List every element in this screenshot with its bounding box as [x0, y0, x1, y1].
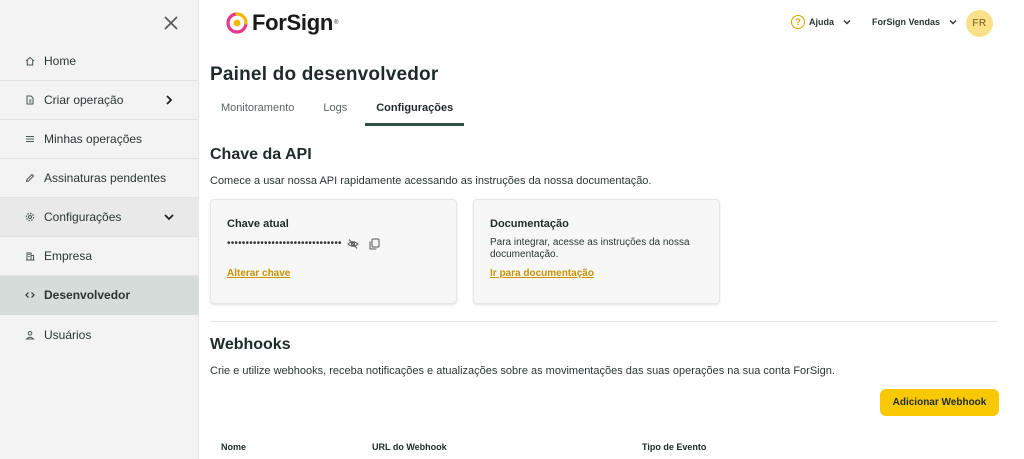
tab-monitoramento[interactable]: Monitoramento: [210, 98, 305, 126]
tab-configuracoes[interactable]: Configurações: [365, 98, 465, 126]
change-key-link[interactable]: Alterar chave: [227, 268, 290, 279]
sidebar-item-label: Assinaturas pendentes: [44, 171, 167, 185]
help-icon: ?: [791, 15, 805, 29]
sidebar-item-desenvolvedor[interactable]: Desenvolvedor: [0, 276, 199, 315]
copy-icon[interactable]: [369, 238, 380, 250]
sidebar-item-criar-operacao[interactable]: Criar operação: [0, 81, 199, 120]
sidebar: Home Criar operação Minhas operações Ass…: [0, 0, 199, 459]
code-icon: [24, 289, 36, 301]
sidebar-item-label: Home: [44, 54, 77, 68]
account-menu[interactable]: ForSign Vendas: [872, 17, 958, 27]
api-key-card-title: Chave atual: [227, 218, 289, 230]
sidebar-item-minhas-operacoes[interactable]: Minhas operações: [0, 120, 199, 159]
go-to-documentation-link[interactable]: Ir para documentação: [490, 268, 594, 279]
chevron-down-icon: [843, 20, 851, 25]
documentation-card-text: Para integrar, acesse as instruções da n…: [490, 237, 690, 260]
api-section-description: Comece a usar nossa API rapidamente aces…: [210, 175, 652, 187]
brand-name: ForSign: [252, 10, 334, 35]
chevron-down-icon: [949, 20, 957, 25]
api-key-masked-value: •••••••••••••••••••••••••••••••: [227, 238, 342, 249]
gear-icon: [24, 211, 36, 223]
document-icon: [24, 94, 36, 106]
webhooks-section-description: Crie e utilize webhooks, receba notifica…: [210, 365, 835, 377]
column-header-tipo-evento[interactable]: Tipo de Evento: [642, 442, 706, 452]
webhooks-section-title: Webhooks: [210, 336, 291, 353]
sidebar-item-label: Usuários: [44, 327, 92, 342]
home-icon: [24, 55, 36, 67]
help-label: Ajuda: [809, 17, 835, 27]
sidebar-item-empresa[interactable]: Empresa: [0, 237, 199, 276]
sidebar-item-label: Desenvolvedor: [44, 288, 131, 302]
sidebar-item-usuarios[interactable]: Usuários: [0, 315, 199, 354]
documentation-card: Documentação Para integrar, acesse as in…: [473, 199, 720, 304]
page-title: Painel do desenvolvedor: [210, 64, 439, 85]
sidebar-item-configuracoes[interactable]: Configurações: [0, 198, 199, 237]
add-webhook-button[interactable]: Adicionar Webhook: [880, 389, 999, 416]
sidebar-item-label: Configurações: [44, 210, 122, 224]
tab-bar: Monitoramento Logs Configurações: [210, 98, 465, 126]
sidebar-item-assinaturas-pendentes[interactable]: Assinaturas pendentes: [0, 159, 199, 198]
brand-registered-mark: ®: [334, 20, 339, 26]
pen-icon: [24, 172, 36, 184]
api-section-title: Chave da API: [210, 146, 312, 163]
eye-off-icon[interactable]: [347, 238, 359, 250]
sidebar-item-home[interactable]: Home: [0, 42, 199, 81]
building-icon: [24, 250, 36, 262]
sidebar-nav: Home Criar operação Minhas operações Ass…: [0, 42, 199, 354]
column-header-nome[interactable]: Nome: [221, 442, 246, 452]
documentation-card-title: Documentação: [490, 218, 569, 230]
brand-logo[interactable]: ForSign ®: [226, 10, 338, 36]
sidebar-item-label: Empresa: [44, 249, 93, 263]
close-icon[interactable]: [162, 14, 180, 32]
api-key-card: Chave atual ••••••••••••••••••••••••••••…: [210, 199, 457, 304]
help-menu[interactable]: ? Ajuda: [791, 15, 852, 29]
tab-logs[interactable]: Logs: [312, 98, 358, 126]
list-icon: [24, 133, 36, 145]
sidebar-item-label: Criar operação: [44, 93, 124, 107]
chevron-right-icon: [166, 95, 173, 105]
sidebar-item-label: Minhas operações: [44, 132, 143, 146]
forsign-logo-icon: [226, 12, 248, 34]
chevron-down-icon: [164, 214, 174, 221]
avatar[interactable]: FR: [966, 10, 993, 37]
user-icon: [24, 329, 36, 341]
column-header-url[interactable]: URL do Webhook: [372, 442, 447, 452]
account-label: ForSign Vendas: [872, 17, 941, 27]
section-divider: [210, 321, 998, 322]
